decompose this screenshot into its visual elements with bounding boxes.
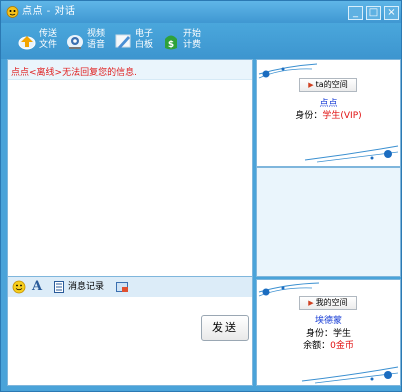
font-settings-icon[interactable]: A (32, 279, 42, 295)
ad-panel (256, 167, 401, 277)
contact-identity-value: 学生(VIP) (322, 111, 362, 121)
my-space-label: 我的空间 (315, 298, 348, 307)
contact-space-label: ta的空间 (315, 80, 348, 89)
send-button[interactable]: 发送 (201, 315, 249, 341)
contact-identity-label: 身份： (295, 111, 323, 121)
self-balance-value: 0金币 (330, 341, 354, 351)
video-voice-label: 视频 语音 (87, 29, 106, 50)
close-button[interactable]: × (384, 6, 399, 20)
message-history[interactable]: 点点<离线>无法回复您的信息. (7, 59, 253, 277)
self-name: 埃德蒙 (314, 316, 342, 326)
minimize-button[interactable]: _ (348, 6, 363, 20)
window-title: 点点 - 对话 (22, 6, 76, 17)
svg-text:$: $ (168, 40, 174, 50)
contact-identity: 身份：学生(VIP) (257, 108, 400, 121)
offline-status-message: 点点<离线>无法回复您的信息. (11, 68, 137, 78)
input-toolbar: A 消息记录 (7, 277, 253, 297)
main-toolbar: 传送 文件 视频 语音 电子 白板 $ 开始 计费 (1, 23, 401, 59)
contact-info-panel: ▶ ta的空间 点点 身份：学生(VIP) (256, 59, 401, 167)
self-balance: 余额：0金币 (257, 338, 400, 351)
self-balance-label: 余额： (303, 341, 331, 351)
message-history-button[interactable]: 消息记录 (68, 279, 104, 295)
screenshot-icon[interactable] (116, 281, 129, 293)
message-input[interactable]: 发送 (7, 297, 253, 386)
file-transfer-label: 传送 文件 (39, 29, 58, 50)
billing-icon: $ (165, 35, 177, 50)
title-bar[interactable]: 点点 - 对话 _ □ × (1, 1, 401, 23)
file-transfer-icon (18, 36, 36, 50)
contact-space-button[interactable]: ▶ ta的空间 (299, 78, 357, 92)
message-history-icon[interactable] (54, 281, 64, 293)
status-banner: 点点<离线>无法回复您的信息. (8, 60, 252, 80)
chat-window: 点点 - 对话 _ □ × 传送 文件 视频 语音 电子 白板 $ 开始 计费 … (0, 0, 402, 392)
whiteboard-icon (115, 34, 131, 49)
video-voice-icon (67, 35, 83, 49)
app-logo-icon (6, 6, 19, 18)
billing-label: 开始 计费 (183, 29, 202, 50)
maximize-button[interactable]: □ (366, 6, 381, 20)
emoticon-icon[interactable] (12, 280, 26, 294)
whiteboard-label: 电子 白板 (135, 29, 154, 50)
my-space-button[interactable]: ▶ 我的空间 (299, 296, 357, 310)
self-info-panel: ▶ 我的空间 埃德蒙 身份：学生 余额：0金币 (256, 279, 401, 386)
